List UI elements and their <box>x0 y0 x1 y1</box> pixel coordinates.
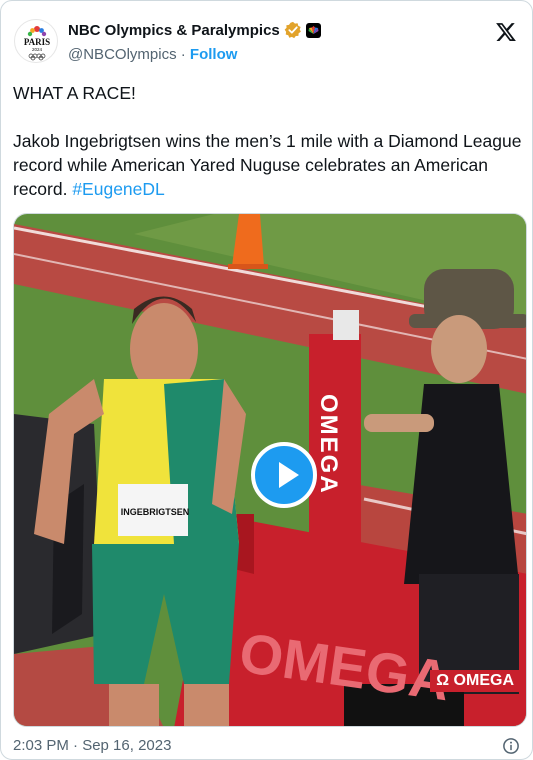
paris-2024-logo-icon: PARIS 2024 <box>24 26 50 61</box>
play-button[interactable] <box>251 442 317 508</box>
tweet-card: PARIS 2024 NBC Olympics & Paralympics @N… <box>0 0 533 760</box>
svg-text:2024: 2024 <box>32 47 43 52</box>
tweet-timestamp[interactable]: 2:03 PM · Sep 16, 2023 <box>13 737 171 754</box>
verified-badge-icon[interactable] <box>284 21 302 39</box>
account-avatar[interactable]: PARIS 2024 <box>14 19 58 63</box>
account-name-row: NBC Olympics & Paralympics <box>68 21 321 39</box>
tweet-header: PARIS 2024 NBC Olympics & Paralympics @N… <box>14 15 519 71</box>
separator-dot: · <box>180 46 186 63</box>
x-logo-icon[interactable] <box>495 21 517 43</box>
svg-text:PARIS: PARIS <box>24 37 50 47</box>
bib-name-label: INGEBRIGTSEN <box>120 507 190 517</box>
follow-button[interactable]: Follow <box>190 46 238 63</box>
tweet-text: WHAT A RACE! Jakob Ingebrigtsen wins the… <box>13 81 528 201</box>
account-name[interactable]: NBC Olympics & Paralympics <box>68 22 280 39</box>
info-icon[interactable] <box>502 737 520 755</box>
omega-corner-logo: Ω OMEGA <box>430 670 520 692</box>
tweet-text-headline: WHAT A RACE! <box>13 83 136 103</box>
account-handle-row: @NBCOlympics · Follow <box>68 46 237 63</box>
video-player[interactable]: INGEBRIGTSEN OMEGA OMEGA Ω OMEGA <box>13 213 527 727</box>
hashtag-link[interactable]: #EugeneDL <box>72 179 164 199</box>
account-handle[interactable]: @NBCOlympics <box>68 46 177 63</box>
omega-vertical-sign: OMEGA <box>315 394 342 495</box>
nbc-peacock-affiliate-icon[interactable] <box>305 22 321 38</box>
